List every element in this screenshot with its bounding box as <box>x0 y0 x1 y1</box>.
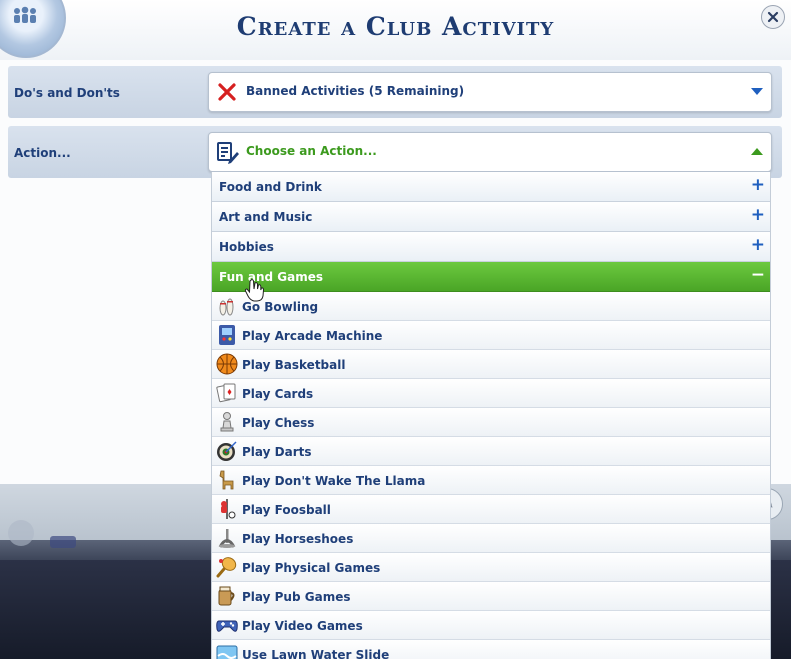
category-hobbies[interactable]: Hobbies + <box>212 232 770 262</box>
banned-x-icon <box>218 83 236 101</box>
list-item-play-darts[interactable]: Play Darts <box>212 437 770 466</box>
category-label: Food and Drink <box>219 180 322 194</box>
list-item-play-basketball[interactable]: Play Basketball <box>212 350 770 379</box>
item-label: Play Darts <box>242 445 312 459</box>
dos-donts-label: Do's and Don'ts <box>14 86 120 100</box>
action-label: Action... <box>14 146 71 160</box>
water-slide-icon <box>216 645 238 659</box>
category-label: Art and Music <box>219 210 313 224</box>
chevron-up-icon <box>751 148 763 155</box>
dartboard-icon <box>217 441 237 461</box>
list-item-play-chess[interactable]: Play Chess <box>212 408 770 437</box>
list-item-play-pub-games[interactable]: Play Pub Games <box>212 582 770 611</box>
item-label: Play Foosball <box>242 503 331 517</box>
item-label: Play Horseshoes <box>242 532 354 546</box>
category-art-and-music[interactable]: Art and Music + <box>212 202 770 232</box>
expand-plus-icon: + <box>750 175 765 195</box>
item-label: Go Bowling <box>242 300 319 314</box>
action-dropdown[interactable]: Choose an Action... <box>208 132 772 172</box>
item-label: Play Arcade Machine <box>242 329 383 343</box>
dos-donts-value: Banned Activities (5 Remaining) <box>246 84 465 98</box>
category-fun-and-games[interactable]: Fun and Games − <box>212 262 770 292</box>
category-food-and-drink[interactable]: Food and Drink + <box>212 172 770 202</box>
home-icon <box>8 520 34 546</box>
dialog-header: Create a Club Activity <box>0 0 791 60</box>
action-value: Choose an Action... <box>246 144 377 158</box>
dialog-title: Create a Club Activity <box>236 12 555 41</box>
dos-donts-row: Do's and Don'ts Banned Activities (5 Rem… <box>8 66 782 118</box>
item-label: Play Physical Games <box>242 561 381 575</box>
basketball-icon <box>216 353 238 375</box>
foosball-icon <box>221 499 236 519</box>
list-item-play-physical-games[interactable]: Play Physical Games <box>212 553 770 582</box>
action-list: Food and Drink + Art and Music + Hobbies… <box>211 172 771 659</box>
list-item-play-foosball[interactable]: Play Foosball <box>212 495 770 524</box>
item-label: Use Lawn Water Slide <box>242 648 390 659</box>
hand-cursor-icon <box>244 279 265 302</box>
list-item-go-bowling[interactable]: Go Bowling <box>212 292 770 321</box>
paddle-ball-icon <box>216 557 237 578</box>
bowling-pins-icon <box>219 298 234 316</box>
pub-games-icon <box>218 586 235 606</box>
household-icon <box>50 536 76 548</box>
list-item-play-arcade-machine[interactable]: Play Arcade Machine <box>212 321 770 350</box>
list-item-play-dont-wake-the-llama[interactable]: Play Don't Wake The Llama <box>212 466 770 495</box>
playing-cards-icon <box>216 383 236 403</box>
category-label: Fun and Games <box>219 270 324 284</box>
list-item-use-lawn-water-slide[interactable]: Use Lawn Water Slide <box>212 640 770 659</box>
item-label: Play Chess <box>242 416 315 430</box>
arcade-machine-icon <box>219 325 235 345</box>
horseshoe-icon <box>218 529 236 548</box>
close-button[interactable] <box>761 5 785 29</box>
expand-plus-icon: + <box>750 235 765 255</box>
category-label: Hobbies <box>219 240 274 254</box>
action-row: Action... Choose an Action... <box>8 126 782 178</box>
game-controller-icon <box>216 620 238 632</box>
item-label: Play Video Games <box>242 619 363 633</box>
collapse-minus-icon: − <box>750 265 765 285</box>
list-item-play-video-games[interactable]: Play Video Games <box>212 611 770 640</box>
clipboard-pencil-icon <box>217 142 239 164</box>
item-label: Play Basketball <box>242 358 346 372</box>
dos-donts-dropdown[interactable]: Banned Activities (5 Remaining) <box>208 72 772 112</box>
item-label: Play Cards <box>242 387 314 401</box>
list-item-play-horseshoes[interactable]: Play Horseshoes <box>212 524 770 553</box>
list-item-play-cards[interactable]: Play Cards <box>212 379 770 408</box>
expand-plus-icon: + <box>750 205 765 225</box>
chess-pawn-icon <box>220 412 234 432</box>
llama-icon <box>219 470 234 490</box>
item-label: Play Don't Wake The Llama <box>242 474 426 488</box>
close-icon <box>767 11 779 23</box>
chevron-down-icon <box>751 88 763 95</box>
item-label: Play Pub Games <box>242 590 351 604</box>
